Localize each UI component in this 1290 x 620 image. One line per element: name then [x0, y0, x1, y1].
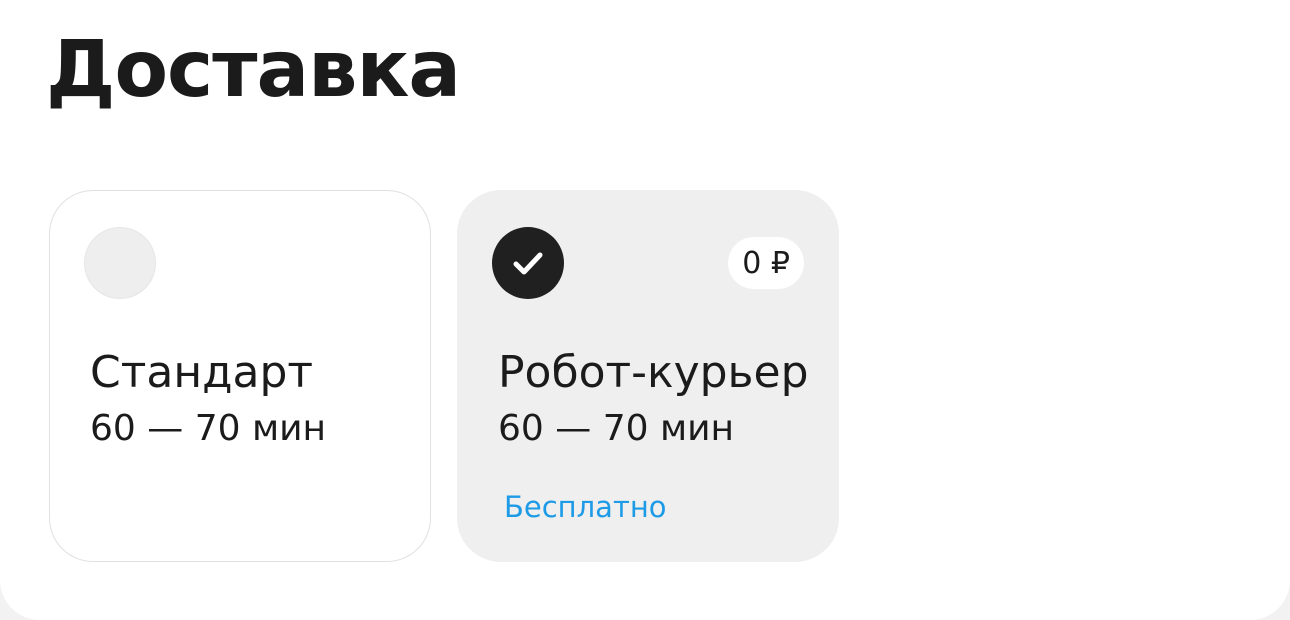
option-title: Робот-курьер	[498, 347, 809, 398]
page-title: Доставка	[46, 25, 461, 115]
radio-empty-icon[interactable]	[84, 227, 156, 299]
free-delivery-note: Бесплатно	[504, 490, 667, 524]
delivery-option-robot-courier[interactable]: 0 ₽ Робот-курьер 60 — 70 мин Бесплатно	[457, 190, 839, 562]
price-badge: 0 ₽	[728, 237, 804, 289]
checkmark-glyph	[513, 252, 543, 275]
delivery-option-standard[interactable]: Стандарт 60 — 70 мин	[49, 190, 431, 562]
option-time: 60 — 70 мин	[498, 408, 735, 449]
option-title: Стандарт	[90, 347, 314, 398]
delivery-panel: Доставка Стандарт 60 — 70 мин 0 ₽ Робот-…	[0, 0, 1290, 620]
checkmark-icon[interactable]	[492, 227, 564, 299]
option-time: 60 — 70 мин	[90, 408, 327, 449]
